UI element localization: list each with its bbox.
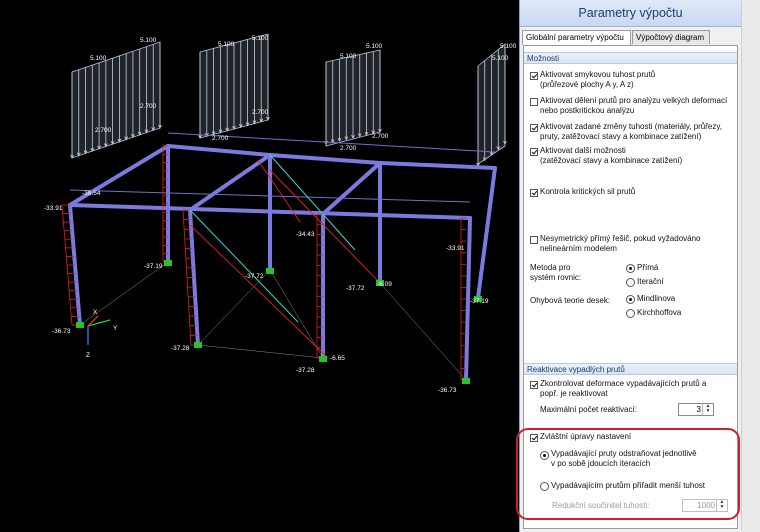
highlight-outline xyxy=(516,428,740,520)
divide-members-sublabel: nebo postkritickou analýzu xyxy=(540,106,635,115)
nonsymmetric-solver-checkbox[interactable] xyxy=(530,236,538,244)
result-value-label: -37.28 xyxy=(296,367,315,374)
shear-stiffness-label: Aktivovat smykovou tuhost prutů xyxy=(540,70,656,79)
panel-title: Parametry výpočtu xyxy=(520,0,741,27)
stiffness-modification-checkbox[interactable] xyxy=(530,124,538,132)
load-value-label: 5.100 xyxy=(366,43,383,50)
shear-stiffness-checkbox[interactable] xyxy=(530,72,538,80)
structure-model-drawing: Y X Z 5.100 5.100 5.100 5.100 5.100 5.100 5.10… xyxy=(44,33,517,394)
method-iterative-label: Iterační xyxy=(637,277,664,286)
reactivation-check-sublabel: popř. je reaktivovat xyxy=(540,389,608,398)
result-value-label: -38.54 xyxy=(82,190,101,197)
result-value-label: -33.91 xyxy=(44,205,63,212)
plate-bending-label: Ohybová teorie desek: xyxy=(530,296,611,305)
model-viewport[interactable]: Y X Z 5.100 5.100 5.100 5.100 5.100 5.100 5.10… xyxy=(0,0,519,532)
result-value-label: -6.09 xyxy=(377,281,392,288)
result-value-label: -37.19 xyxy=(470,298,489,305)
result-value-label: -33.91 xyxy=(446,245,465,252)
load-value-label: 2.700 xyxy=(212,135,229,142)
equation-method-label: Metoda pro xyxy=(530,263,571,272)
bending-mindlin-radio[interactable] xyxy=(626,295,635,304)
stepper-arrows-icon[interactable]: ▲ ▼ xyxy=(702,404,713,415)
load-value-label: 2.700 xyxy=(95,127,112,134)
load-value-label: 5.100 xyxy=(492,55,509,62)
section-options-header: Možnosti xyxy=(524,52,737,64)
section-reactivation-header: Reaktivace vypadlých prutů xyxy=(524,363,737,375)
max-reactivations-stepper[interactable]: 3 ▲ ▼ xyxy=(678,403,714,416)
load-value-label: 5.100 xyxy=(140,37,157,44)
method-direct-label: Přímá xyxy=(637,263,659,272)
equation-method-label-2: systém rovnic: xyxy=(530,273,582,282)
load-value-label: 2.700 xyxy=(340,145,357,152)
more-options-sublabel: (zatěžovací stavy a kombinace zatížení) xyxy=(540,156,683,165)
load-value-label: 5.100 xyxy=(252,35,269,42)
nonsymmetric-solver-sublabel: nelineárním modelem xyxy=(540,244,617,253)
bending-kirchhoff-label: Kirchhoffova xyxy=(637,308,682,317)
load-value-label: 5.100 xyxy=(500,43,517,50)
critical-forces-label: Kontrola kritických sil prutů xyxy=(540,187,636,196)
result-value-label: -36.73 xyxy=(438,387,457,394)
load-value-label: 5.100 xyxy=(340,53,357,60)
load-value-label: 2.700 xyxy=(252,109,269,116)
method-direct-radio[interactable] xyxy=(626,264,635,273)
load-value-label: 5.100 xyxy=(218,41,235,48)
result-value-label: -36.73 xyxy=(52,328,71,335)
max-reactivations-label: Maximální počet reaktivací: xyxy=(540,405,637,414)
coordinate-axes: Y X Z xyxy=(86,309,118,359)
divide-members-checkbox[interactable] xyxy=(530,98,538,106)
tab-global-parameters[interactable]: Globální parametry výpočtu xyxy=(522,30,631,45)
more-options-label: Aktivovat další možnosti xyxy=(540,146,626,155)
more-options-checkbox[interactable] xyxy=(530,148,538,156)
reactivation-check-checkbox[interactable] xyxy=(530,381,538,389)
stiffness-modification-sublabel: pruty, zatěžovací stavy a kombinace zatí… xyxy=(540,132,702,141)
result-value-label: -37.28 xyxy=(171,345,190,352)
max-reactivations-value: 3 xyxy=(696,405,701,414)
reactivation-check-label: Zkontrolovat deformace vypadávajících pr… xyxy=(540,379,707,388)
nonsymmetric-solver-label: Nesymetrický přímý řešič, pokud vyžadová… xyxy=(540,234,701,243)
axis-x-label: X xyxy=(93,309,98,316)
divide-members-label: Aktivovat dělení prutů pro analýzu velký… xyxy=(540,96,728,105)
method-iterative-radio[interactable] xyxy=(626,278,635,287)
critical-forces-checkbox[interactable] xyxy=(530,189,538,197)
supports xyxy=(76,260,482,384)
frame-beams xyxy=(68,144,497,382)
bending-mindlin-label: Mindlinova xyxy=(637,294,676,303)
panel-scrollbar[interactable] xyxy=(741,0,760,532)
bending-kirchhoff-radio[interactable] xyxy=(626,309,635,318)
axis-y-label: Y xyxy=(113,325,118,332)
result-value-label: -34.43 xyxy=(296,231,315,238)
result-value-label: -37.19 xyxy=(144,263,163,270)
shear-stiffness-sublabel: (průřezové plochy A y, A z) xyxy=(540,80,634,89)
result-value-label: -37.72 xyxy=(245,273,264,280)
tab-calculation-diagram[interactable]: Výpočtový diagram xyxy=(632,30,710,44)
stiffness-modification-label: Aktivovat zadané změny tuhosti (materiál… xyxy=(540,122,722,131)
load-value-label: 2.700 xyxy=(372,133,389,140)
axis-z-label: Z xyxy=(86,352,90,359)
result-value-label: -6.65 xyxy=(330,355,345,362)
load-value-label: 5.100 xyxy=(90,55,107,62)
result-value-label: -37.72 xyxy=(346,285,365,292)
load-value-label: 2.700 xyxy=(140,103,157,110)
